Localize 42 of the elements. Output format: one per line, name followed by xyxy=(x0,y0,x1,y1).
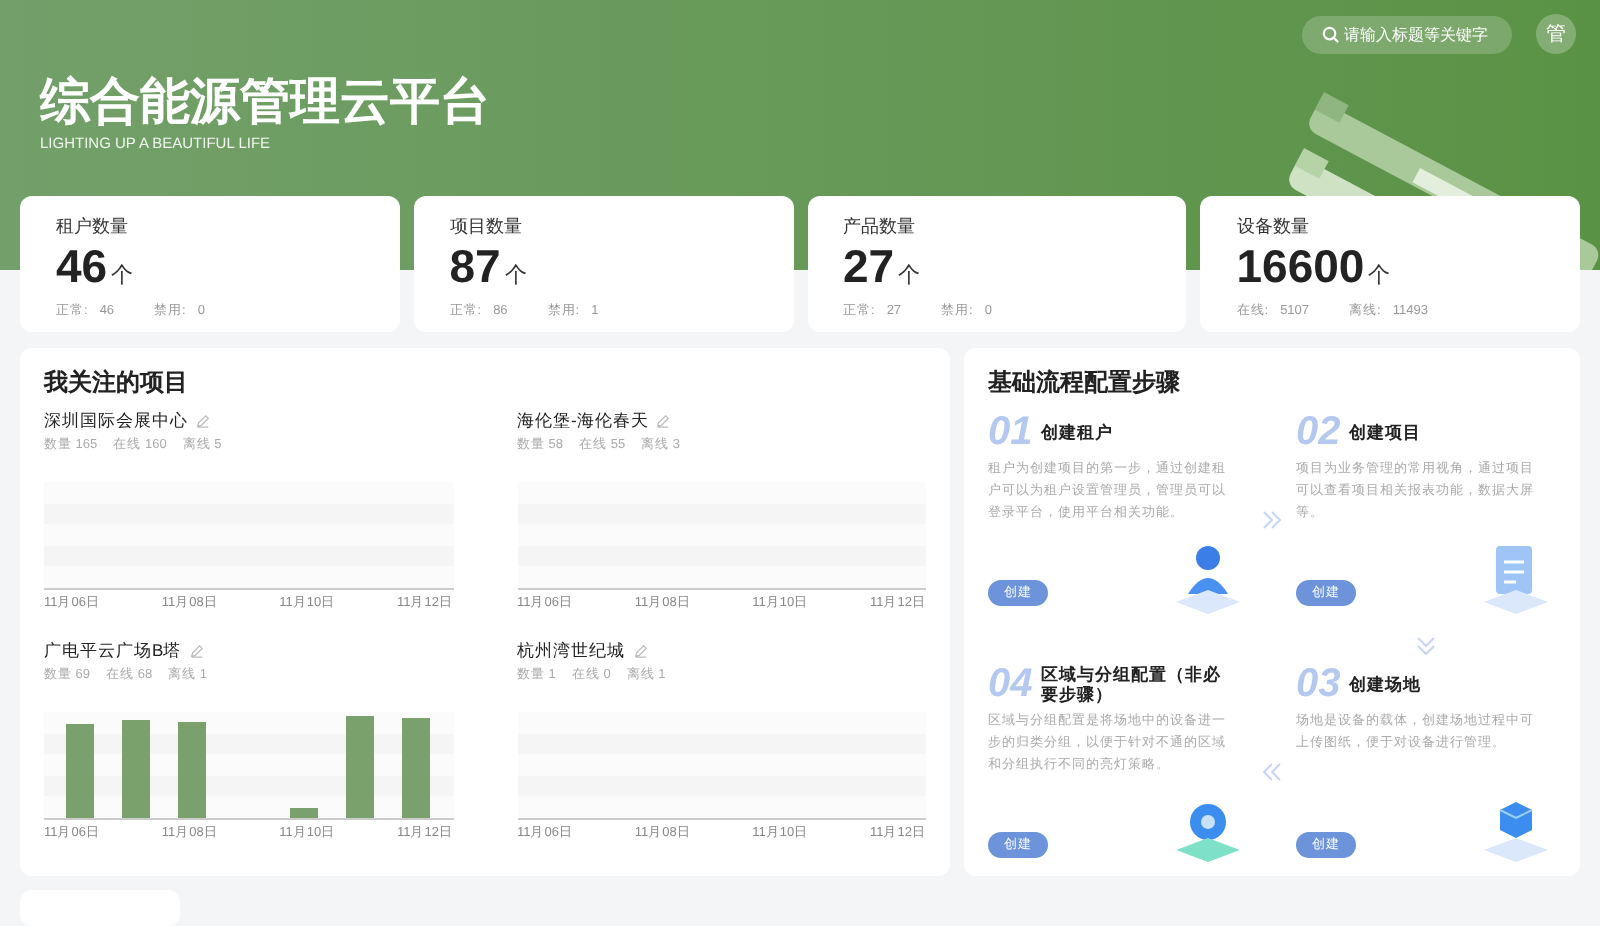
step-number: 02 xyxy=(1296,410,1341,454)
stat-unit: 个 xyxy=(1368,262,1391,290)
edit-icon[interactable] xyxy=(196,414,210,428)
step-title: 创建租户 xyxy=(1040,422,1115,442)
stat-label: 租户数量 xyxy=(56,214,130,238)
user-avatar[interactable]: 管 xyxy=(1536,14,1576,54)
step-title: 创建项目 xyxy=(1348,422,1423,442)
edit-icon[interactable] xyxy=(189,644,204,658)
stat-unit: 个 xyxy=(898,262,921,290)
stat-unit: 个 xyxy=(504,262,527,290)
chevron-right-icon xyxy=(1260,508,1284,532)
chart-bar xyxy=(122,719,151,818)
stat-value: 87 xyxy=(449,242,501,290)
stat-label: 设备数量 xyxy=(1236,214,1311,238)
panel-title: 基础流程配置步骤 xyxy=(988,366,1182,398)
stat-unit: 个 xyxy=(111,262,134,290)
edit-icon[interactable] xyxy=(633,644,647,658)
step-title: 创建场地 xyxy=(1348,674,1423,694)
chevron-down-icon xyxy=(1414,634,1438,658)
edit-icon[interactable] xyxy=(656,414,671,428)
project-name: 杭州湾世纪城 xyxy=(517,640,625,662)
stat-label: 产品数量 xyxy=(843,214,917,238)
app-title: 综合能源管理云平台 xyxy=(40,72,492,134)
step-number: 04 xyxy=(988,662,1033,706)
step-number: 03 xyxy=(1296,662,1341,706)
chevron-left-icon xyxy=(1260,760,1284,784)
stat-label: 项目数量 xyxy=(449,214,524,238)
chart-bar xyxy=(402,718,431,818)
step-number: 01 xyxy=(988,410,1033,454)
project-name: 广电平云广场B塔 xyxy=(44,640,182,662)
step-title: 区域与分组配置（非必要步骤） xyxy=(1040,664,1221,704)
stat-value: 27 xyxy=(843,242,895,290)
panel-title: 我关注的项目 xyxy=(44,366,190,398)
chart-bar xyxy=(66,724,95,818)
project-name: 深圳国际会展中心 xyxy=(44,410,188,432)
stat-value: 46 xyxy=(56,242,108,290)
chart-bar xyxy=(346,716,375,818)
search-icon xyxy=(1322,25,1340,43)
stat-value: 16600 xyxy=(1236,242,1365,290)
chart-bar xyxy=(178,721,207,818)
chart-bar xyxy=(290,807,319,818)
project-name: 海伦堡-海伦春天 xyxy=(517,410,649,432)
